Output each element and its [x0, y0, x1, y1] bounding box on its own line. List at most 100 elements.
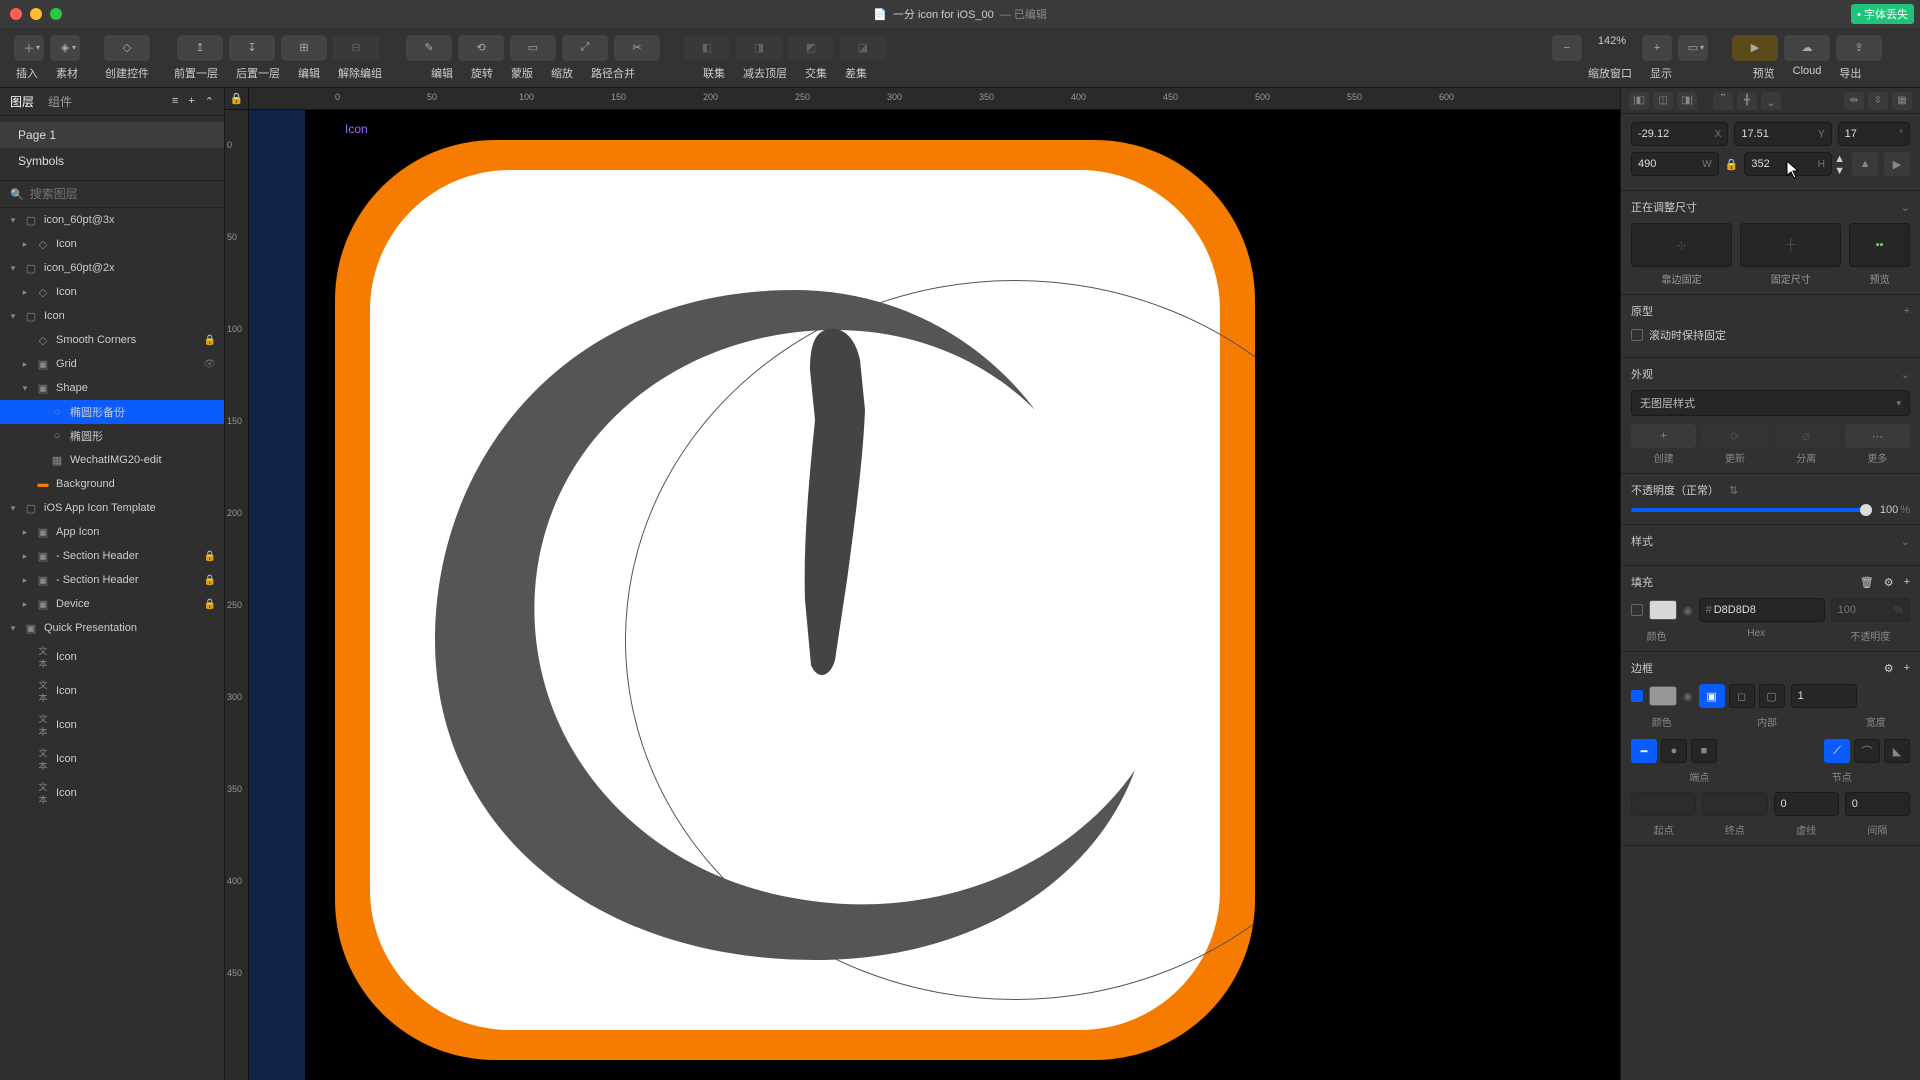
style-detach-button[interactable]: ⊘ [1774, 424, 1839, 448]
tab-layers[interactable]: 图层 [10, 93, 34, 110]
layer-ab1[interactable]: icon_60pt@3x [44, 214, 115, 226]
flip-v-button[interactable]: ▶ [1884, 152, 1910, 176]
opacity-label[interactable]: 不透明度（正常） [1631, 482, 1719, 498]
align-hcenter-button[interactable]: ◫ [1653, 92, 1673, 110]
page-item-page1[interactable]: Page 1 [0, 122, 224, 148]
zoom-window-button[interactable] [50, 8, 62, 20]
border-outside-button[interactable]: ▢ [1759, 684, 1785, 708]
cloud-button[interactable]: ☁ [1784, 35, 1830, 61]
fill-enable-checkbox[interactable] [1631, 604, 1643, 616]
align-right-button[interactable]: ◨| [1677, 92, 1697, 110]
lock-icon[interactable]: 🔒 [204, 599, 216, 610]
resize-preview[interactable]: ▪▪ [1849, 223, 1910, 267]
assets-button[interactable]: ◈ [50, 35, 80, 61]
intersect-button[interactable]: ◩ [788, 35, 834, 61]
cap-butt-button[interactable]: ━ [1631, 739, 1657, 763]
hidden-icon[interactable]: 👁 [203, 359, 216, 370]
ruler-vertical[interactable]: 050100150200250300350400450 [225, 110, 249, 1080]
pin-control[interactable]: ⊹ [1631, 223, 1732, 267]
chevron-down-icon[interactable]: ⌄ [1901, 201, 1910, 214]
style-update-button[interactable]: ⟳ [1702, 424, 1767, 448]
end-arrow-input[interactable] [1709, 798, 1760, 810]
border-center-button[interactable]: ▣ [1699, 684, 1725, 708]
fix-size-control[interactable]: ┼ [1740, 223, 1841, 267]
width-input[interactable] [1638, 158, 1702, 170]
artboard-name[interactable]: Icon [345, 122, 368, 136]
eyedropper-icon[interactable]: ◉ [1683, 690, 1693, 703]
canvas[interactable]: 🔒 050100150200250300350400450500550600 0… [225, 88, 1620, 1080]
layer-appicon[interactable]: App Icon [56, 526, 99, 538]
chevron-updown-icon[interactable]: ⇅ [1729, 484, 1738, 497]
align-bottom-button[interactable]: ⎵ [1761, 92, 1781, 110]
style-more-button[interactable]: ⋯ [1845, 424, 1910, 448]
rotate-input[interactable] [1845, 128, 1899, 140]
tidy-button[interactable]: ▦ [1892, 92, 1912, 110]
layer-icon3[interactable]: Icon [56, 719, 77, 731]
layer-ab2-icon[interactable]: Icon [56, 286, 77, 298]
join-bevel-button[interactable]: ◣ [1884, 739, 1910, 763]
artboard[interactable] [335, 140, 1255, 1060]
add-border-icon[interactable]: + [1904, 662, 1910, 675]
y-input[interactable] [1741, 128, 1818, 140]
height-step-up[interactable]: ▲ [1834, 153, 1845, 165]
gear-icon[interactable]: ⚙ [1884, 662, 1894, 675]
scale-button[interactable]: ⤢ [562, 35, 608, 61]
layer-icon1[interactable]: Icon [56, 651, 77, 663]
zoom-value[interactable]: 142% [1588, 35, 1636, 61]
layer-icon4[interactable]: Icon [56, 753, 77, 765]
add-page-icon[interactable]: + [188, 95, 194, 108]
border-color-swatch[interactable] [1649, 686, 1677, 706]
layer-ab2[interactable]: icon_60pt@2x [44, 262, 115, 274]
layer-icon2[interactable]: Icon [56, 685, 77, 697]
cap-round-button[interactable]: ● [1661, 739, 1687, 763]
flip-h-button[interactable]: ▲ [1852, 152, 1878, 176]
layer-quick[interactable]: Quick Presentation [44, 622, 137, 634]
export-button[interactable]: ⇪ [1836, 35, 1882, 61]
align-top-button[interactable]: ⎴ [1713, 92, 1733, 110]
add-prototype-icon[interactable]: + [1904, 305, 1910, 317]
insert-button[interactable]: ＋ [14, 35, 44, 61]
zoom-in-button[interactable]: + [1642, 35, 1672, 61]
fill-hex-input[interactable] [1714, 604, 1818, 616]
ruler-origin[interactable]: 🔒 [225, 88, 249, 110]
preview-button[interactable]: ▶ [1732, 35, 1778, 61]
create-symbol-button[interactable]: ◇ [104, 35, 150, 61]
subtract-button[interactable]: ◨ [736, 35, 782, 61]
trash-icon[interactable]: 🗑 [1860, 576, 1874, 589]
mask-button[interactable]: ▭ [510, 35, 556, 61]
layer-template[interactable]: iOS App Icon Template [44, 502, 156, 514]
layer-oval-copy[interactable]: 椭圆形备份 [70, 404, 125, 420]
layer-ab1-icon[interactable]: Icon [56, 238, 77, 250]
start-arrow-input[interactable] [1638, 798, 1689, 810]
opacity-value[interactable]: 100 [1880, 504, 1898, 516]
lock-icon[interactable]: 🔒 [204, 551, 216, 562]
ungroup-button[interactable]: ⊟ [333, 35, 379, 61]
tab-components[interactable]: 组件 [48, 93, 72, 110]
backward-button[interactable]: ↧ [229, 35, 275, 61]
layer-ab3[interactable]: Icon [44, 310, 65, 322]
dist-h-button[interactable]: ⇹ [1844, 92, 1864, 110]
layer-icon5[interactable]: Icon [56, 787, 77, 799]
lock-icon[interactable]: 🔒 [204, 575, 216, 586]
layer-style-select[interactable]: 无图层样式 [1631, 390, 1910, 416]
font-missing-badge[interactable]: • 字体丢失 [1851, 4, 1914, 24]
search-input[interactable] [30, 187, 214, 201]
gap-input[interactable] [1852, 798, 1903, 810]
border-enable-checkbox[interactable] [1631, 690, 1643, 702]
scroll-fix-checkbox[interactable] [1631, 329, 1643, 341]
join-miter-button[interactable]: ⟋ [1824, 739, 1850, 763]
layer-shape[interactable]: Shape [56, 382, 88, 394]
border-inside-button[interactable]: ◻ [1729, 684, 1755, 708]
edit-group-button[interactable]: ⊞ [281, 35, 327, 61]
lock-aspect-icon[interactable]: 🔒 [1725, 158, 1739, 171]
gear-icon[interactable]: ⚙ [1884, 576, 1894, 589]
close-window-button[interactable] [10, 8, 22, 20]
forward-button[interactable]: ↥ [177, 35, 223, 61]
rotate-button[interactable]: ⟲ [458, 35, 504, 61]
cap-square-button[interactable]: ■ [1691, 739, 1717, 763]
layer-sech2[interactable]: - Section Header [56, 574, 139, 586]
layer-oval[interactable]: 椭圆形 [70, 428, 103, 444]
fill-color-swatch[interactable] [1649, 600, 1677, 620]
pencil-button[interactable]: ✎ [406, 35, 452, 61]
page-item-symbols[interactable]: Symbols [0, 148, 224, 174]
